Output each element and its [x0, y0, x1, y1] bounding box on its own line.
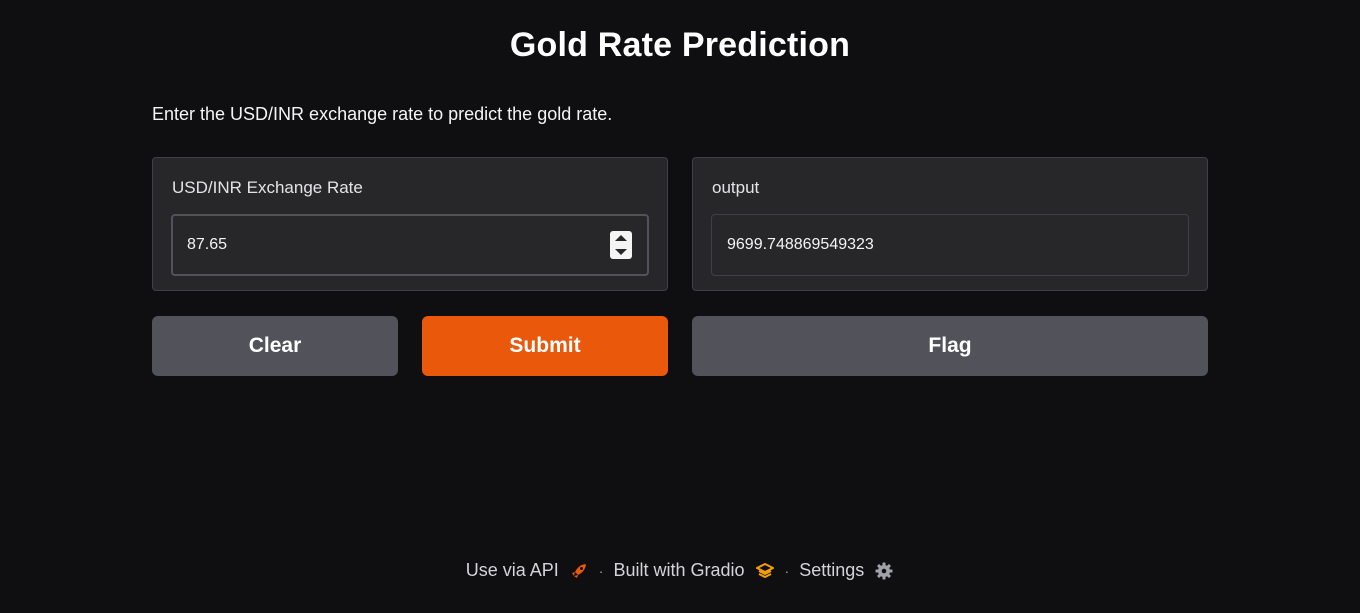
rocket-icon	[571, 563, 586, 578]
exchange-rate-input[interactable]	[187, 236, 587, 254]
use-via-api-link[interactable]: Use via API	[466, 560, 589, 581]
gradio-logo-icon	[755, 562, 774, 578]
built-with-gradio-link[interactable]: Built with Gradio	[613, 560, 774, 581]
use-via-api-label: Use via API	[465, 560, 559, 580]
input-panel: USD/INR Exchange Rate	[152, 157, 668, 291]
number-spinner[interactable]	[610, 231, 632, 259]
submit-button[interactable]: Submit	[422, 316, 668, 376]
footer-separator: ·	[784, 562, 790, 579]
gradio-app: Gold Rate Prediction Enter the USD/INR e…	[0, 0, 1360, 613]
page-description: Enter the USD/INR exchange rate to predi…	[152, 104, 613, 124]
footer: Use via API · Built with Gradio · Settin…	[0, 560, 1360, 581]
output-label: output	[712, 178, 760, 197]
spin-up-icon[interactable]	[615, 235, 627, 241]
footer-separator: ·	[598, 562, 604, 579]
settings-link[interactable]: Settings	[799, 560, 894, 581]
output-panel: output 9699.748869549323	[692, 157, 1208, 291]
output-field[interactable]: 9699.748869549323	[711, 214, 1189, 276]
gear-icon	[875, 562, 893, 579]
settings-label: Settings	[799, 560, 865, 580]
spin-down-icon[interactable]	[615, 249, 627, 255]
flag-button[interactable]: Flag	[692, 316, 1208, 376]
exchange-rate-field[interactable]	[171, 214, 649, 276]
built-with-gradio-label: Built with Gradio	[613, 560, 745, 580]
input-label: USD/INR Exchange Rate	[172, 178, 363, 197]
output-value: 9699.748869549323	[727, 236, 874, 253]
page-title: Gold Rate Prediction	[509, 26, 851, 64]
clear-button[interactable]: Clear	[152, 316, 398, 376]
